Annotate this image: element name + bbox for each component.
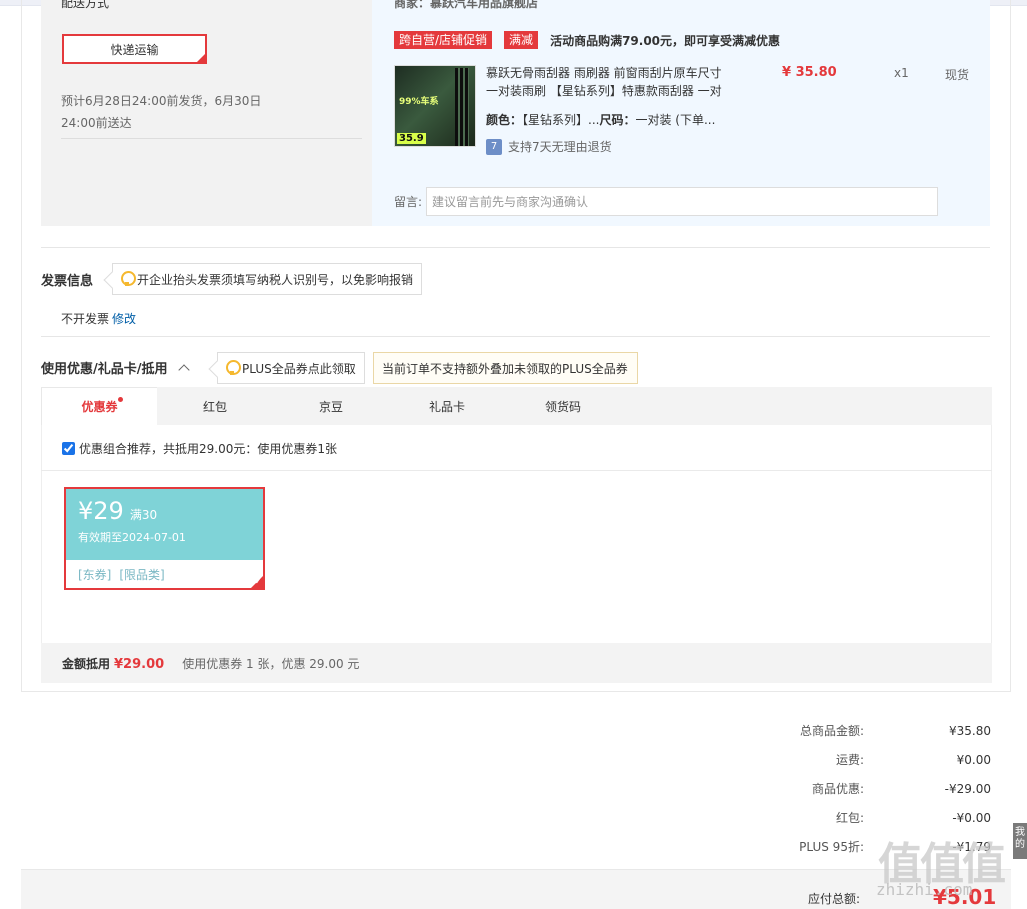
total-value: ¥0.00 <box>956 752 991 767</box>
invoice-title: 发票信息 <box>41 274 94 289</box>
total-row: 红包: -¥0.00 <box>700 803 991 832</box>
total-label: 红包: <box>835 811 864 825</box>
coupon-validity: 有效期至2024-07-01 <box>78 531 186 544</box>
coupon-summary-label: 金额抵用 <box>62 656 111 671</box>
coupon-section-toggle[interactable]: 使用优惠/礼品卡/抵用 <box>41 358 194 377</box>
wiper-graphic <box>455 68 469 146</box>
plus-coupon-notice: 当前订单不支持额外叠加未领取的PLUS全品券 <box>373 352 638 384</box>
tab-red-packets-label: 红包 <box>202 399 227 414</box>
payable-label: 应付总额: <box>808 892 861 906</box>
total-value: -¥29.00 <box>944 781 991 796</box>
coupon-tag: [限品类] <box>119 568 165 582</box>
promo-tag-discount: 满减 <box>504 31 539 49</box>
promo-tag-cross: 跨自营/店铺促销 <box>394 31 493 49</box>
attr-size-value: 一对装 (下单... <box>635 113 716 127</box>
product-stock: 现货 <box>945 68 970 82</box>
coupon-summary-text: 使用优惠券 1 张，优惠 29.00 元 <box>182 656 360 671</box>
tab-gift-cards[interactable]: 礼品卡 <box>389 387 505 425</box>
tab-red-packets[interactable]: 红包 <box>157 387 273 425</box>
plus-coupon-tip-text: PLUS全品券点此领取 <box>242 361 356 376</box>
coupon-section-title: 使用优惠/礼品卡/抵用 <box>41 362 168 377</box>
coupon-amount-row: ¥29 满30 <box>78 497 251 525</box>
lightbulb-icon <box>121 271 136 287</box>
chevron-up-icon <box>177 363 190 376</box>
total-row: 商品优惠: -¥29.00 <box>700 774 991 803</box>
return-policy: 7 支持7天无理由退货 <box>486 138 612 155</box>
invoice-edit-link[interactable]: 修改 <box>112 312 136 326</box>
total-value: ¥35.80 <box>949 723 991 738</box>
combo-recommend[interactable]: 优惠组合推荐，共抵用29.00元：使用优惠券1张 <box>62 440 337 457</box>
product-image-price: 35.9 <box>397 133 426 144</box>
combo-text: 优惠组合推荐，共抵用29.00元：使用优惠券1张 <box>79 442 337 456</box>
coupon-tags: [东券] [限品类] <box>66 560 263 589</box>
coupon-summary-amount: ¥29.00 <box>114 656 165 672</box>
attr-color-label: 颜色： <box>486 113 523 127</box>
coupon-card-header: ¥29 满30 有效期至2024-07-01 <box>66 489 263 560</box>
side-tab[interactable]: 我的 <box>1013 823 1027 859</box>
total-row: PLUS 95折: -¥1.79 <box>700 832 991 861</box>
invoice-value-text: 不开发票 <box>61 312 110 326</box>
divider <box>41 470 992 471</box>
attr-size-label: 尺码： <box>599 113 636 127</box>
promo-text: 活动商品购满79.00元，即可享受满减优惠 <box>550 33 781 48</box>
tab-gift-cards-label: 礼品卡 <box>428 399 465 414</box>
plus-coupon-tip[interactable]: PLUS全品券点此领取 <box>208 352 365 384</box>
product-image[interactable]: 99%车系 35.9 <box>394 65 476 147</box>
total-label: 商品优惠: <box>811 782 864 796</box>
return-7day-icon: 7 <box>486 138 502 155</box>
product-name-link[interactable]: 慕跃无骨雨刮器 雨刷器 前窗雨刮片原车尺寸一对装雨刷 【星钻系列】特惠款雨刮器 … <box>486 64 731 100</box>
check-icon: ✓ <box>197 53 204 62</box>
coupon-summary: 金额抵用 ¥29.00 使用优惠券 1 张，优惠 29.00 元 <box>41 643 992 683</box>
coupon-summary-amount-group: 金额抵用 ¥29.00 <box>62 655 164 672</box>
order-totals: 总商品金额: ¥35.80 运费: ¥0.00 商品优惠: -¥29.00 红包: -¥… <box>700 716 991 861</box>
coupon-condition: 满30 <box>129 508 158 522</box>
combo-checkbox[interactable] <box>62 442 75 455</box>
total-value: -¥0.00 <box>952 810 991 825</box>
invoice-value: 不开发票 修改 <box>61 310 136 327</box>
check-icon: ✓ <box>254 577 262 587</box>
lightbulb-icon <box>226 360 241 376</box>
payable-bar <box>21 869 1011 909</box>
total-label: 运费: <box>835 753 864 767</box>
tab-jd-beans-label: 京豆 <box>318 399 343 414</box>
message-label: 留言: <box>394 195 423 209</box>
coupon-tag: [东券] <box>78 568 112 582</box>
product-attributes: 颜色：【星钻系列】...尺码：一对装 (下单... <box>486 111 715 128</box>
notification-dot <box>118 397 123 402</box>
shipping-method-label: 快递运输 <box>110 42 159 57</box>
tab-redeem-code-label: 领货码 <box>544 399 581 414</box>
product-image-badge: 99%车系 <box>399 97 439 107</box>
total-value: -¥1.79 <box>952 839 991 854</box>
divider <box>41 247 990 248</box>
product-price: ¥ 35.80 <box>782 65 837 80</box>
coupon-tabs: 优惠券 红包 京豆 礼品卡 领货码 <box>41 387 992 425</box>
coupon-card[interactable]: ¥29 满30 有效期至2024-07-01 [东券] [限品类] ✓ <box>64 487 265 590</box>
payable-amount: ¥5.01 <box>933 885 997 909</box>
shipping-section-label: 配送方式 <box>61 0 110 10</box>
tab-redeem-code[interactable]: 领货码 <box>505 387 621 425</box>
coupon-amount: ¥29 <box>78 497 124 525</box>
invoice-tip: 开企业抬头发票须填写纳税人识别号，以免影响报销 <box>103 263 423 295</box>
return-policy-text: 支持7天无理由退货 <box>508 140 612 154</box>
total-label: 总商品金额: <box>799 724 864 738</box>
message-input[interactable] <box>426 187 938 216</box>
divider <box>61 138 362 139</box>
invoice-tip-text: 开企业抬头发票须填写纳税人识别号，以免影响报销 <box>137 272 414 287</box>
shipping-method-button[interactable]: 快递运输 ✓ <box>62 34 207 64</box>
tab-coupons-label: 优惠券 <box>81 400 118 414</box>
shipping-estimate: 预计6月28日24:00前发货，6月30日24:00前送达 <box>61 94 262 130</box>
seller-label: 商家：慕跃汽车用品旗舰店 <box>394 0 539 10</box>
attr-color-value: 【星钻系列】... <box>522 113 600 127</box>
total-row: 运费: ¥0.00 <box>700 745 991 774</box>
total-label: PLUS 95折: <box>799 840 864 854</box>
tab-jd-beans[interactable]: 京豆 <box>273 387 389 425</box>
tab-coupons[interactable]: 优惠券 <box>41 387 157 425</box>
plus-coupon-notice-text: 当前订单不支持额外叠加未领取的PLUS全品券 <box>382 361 628 376</box>
product-qty: x1 <box>894 66 909 80</box>
promo-row: 跨自营/店铺促销 满减 活动商品购满79.00元，即可享受满减优惠 <box>394 31 780 49</box>
total-row: 总商品金额: ¥35.80 <box>700 716 991 745</box>
divider <box>41 336 990 337</box>
